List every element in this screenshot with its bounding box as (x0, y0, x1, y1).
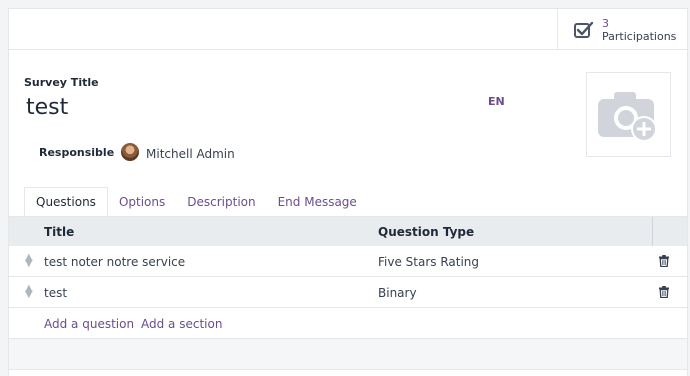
camera-plus-icon (597, 91, 657, 142)
button-box: 3 Participations (9, 9, 687, 50)
responsible-label: Responsible (39, 146, 115, 159)
tab-questions[interactable]: Questions (24, 187, 108, 217)
trash-icon[interactable] (658, 255, 670, 267)
trash-icon[interactable] (658, 286, 670, 298)
add-line-row: Add a question Add a section (9, 308, 687, 339)
column-header-question-type[interactable]: Question Type (378, 225, 474, 239)
drag-handle-icon[interactable]: ▲ ▼ (25, 284, 33, 300)
table-header: Title Question Type (9, 216, 687, 247)
question-type-cell[interactable]: Five Stars Rating (378, 255, 479, 269)
empty-row (9, 339, 687, 370)
question-type-cell[interactable]: Binary (378, 286, 417, 300)
column-divider (652, 217, 653, 247)
avatar (121, 143, 139, 161)
table-row[interactable]: ▲ ▼ test Binary (9, 277, 687, 308)
tab-options[interactable]: Options (108, 187, 176, 217)
add-section-link[interactable]: Add a section (141, 317, 222, 331)
participations-label: Participations (602, 29, 677, 43)
survey-title-field[interactable]: test (26, 95, 68, 120)
survey-title-label: Survey Title (24, 76, 99, 89)
responsible-field[interactable]: Mitchell Admin (146, 147, 235, 161)
drag-handle-icon[interactable]: ▲ ▼ (25, 253, 33, 269)
questions-table: Title Question Type ▲ ▼ test noter notre … (9, 216, 687, 370)
question-title-cell[interactable]: test noter notre service (44, 255, 185, 269)
participations-stat: 3 Participations (602, 17, 676, 43)
language-button[interactable]: EN (488, 95, 505, 108)
notebook-tabs: Questions Options Description End Messag… (24, 187, 368, 217)
form-sheet: 3 Participations Survey Title test EN Re… (8, 8, 688, 376)
participations-button[interactable]: 3 Participations (557, 9, 687, 50)
tab-description[interactable]: Description (176, 187, 266, 217)
tab-end-message[interactable]: End Message (267, 187, 368, 217)
survey-image-upload[interactable] (586, 72, 671, 157)
add-question-link[interactable]: Add a question (44, 317, 134, 331)
column-header-title[interactable]: Title (44, 225, 74, 239)
checkbox-icon (574, 21, 594, 38)
participations-count: 3 (602, 16, 609, 30)
table-row[interactable]: ▲ ▼ test noter notre service Five Stars R… (9, 246, 687, 277)
question-title-cell[interactable]: test (44, 286, 67, 300)
